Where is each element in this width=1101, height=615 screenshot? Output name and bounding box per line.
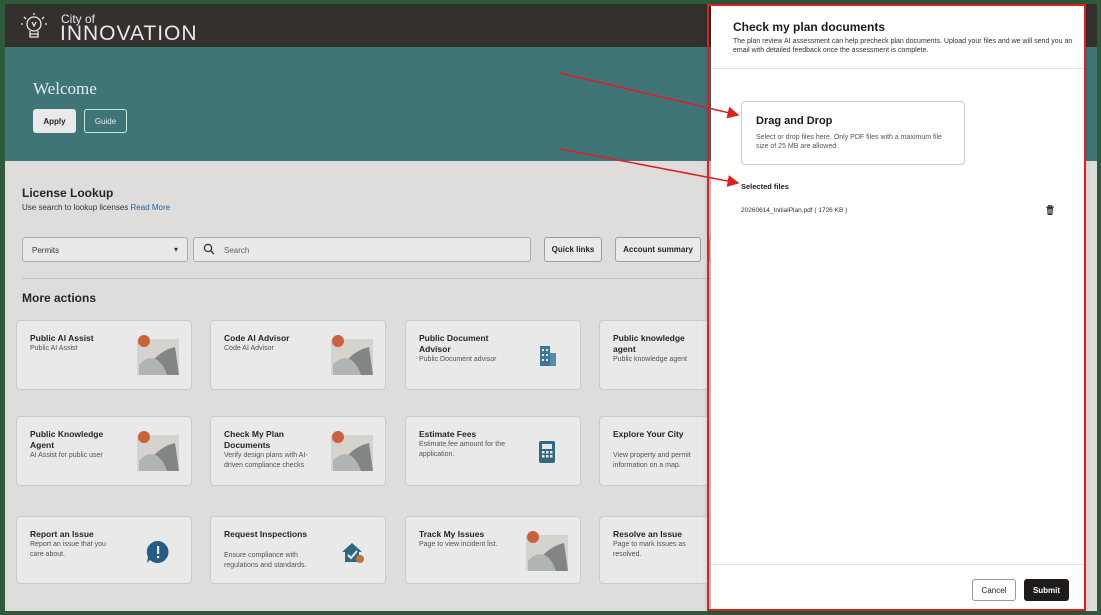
trash-icon[interactable]: [1044, 204, 1056, 216]
selected-files-label: Selected files: [741, 182, 789, 191]
drawer-subtitle: The plan review AI assessment can help p…: [733, 38, 1073, 54]
drawer-title: Check my plan documents: [733, 20, 886, 34]
drawer-header-divider: [711, 68, 1086, 69]
file-dropzone[interactable]: Drag and Drop Select or drop files here.…: [741, 101, 965, 165]
check-plan-drawer: Check my plan documents The plan review …: [711, 4, 1086, 611]
cancel-button[interactable]: Cancel: [972, 579, 1016, 601]
drawer-footer-divider: [711, 564, 1086, 565]
selected-file-entry: 20260614_InitialPlan.pdf ( 1726 KB ): [741, 207, 848, 214]
dropzone-title: Drag and Drop: [756, 115, 833, 127]
dropzone-description: Select or drop files here. Only PDF file…: [756, 134, 942, 150]
submit-button[interactable]: Submit: [1024, 579, 1069, 601]
